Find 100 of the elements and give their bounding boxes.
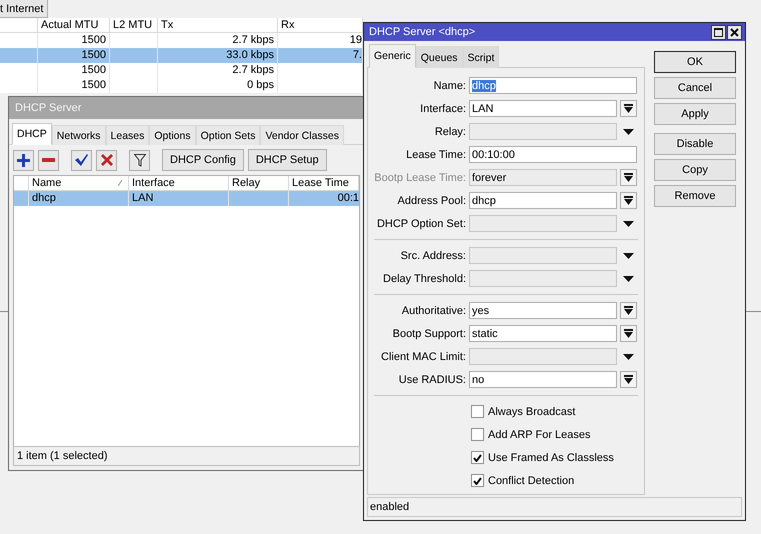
dropdown-button[interactable] [620, 100, 637, 117]
toolbar-button[interactable]: DHCP Setup [248, 149, 327, 171]
checkmark-icon [75, 154, 88, 166]
dropdown-arrow-icon[interactable] [623, 276, 634, 282]
dialog-button[interactable]: OK [654, 51, 736, 73]
checkbox[interactable] [471, 451, 484, 464]
maximize-icon [714, 28, 723, 36]
dropdown-button[interactable] [620, 302, 637, 319]
filter-button[interactable] [129, 150, 150, 170]
filter-icon [134, 154, 146, 166]
checkbox-label: Conflict Detection [488, 474, 574, 486]
toolbar-button[interactable]: t Internet [0, 0, 48, 18]
field-label: Bootp Lease Time: [373, 172, 466, 184]
dropdown-arrow-icon[interactable] [623, 354, 634, 360]
dropdown-arrow-icon [624, 196, 633, 205]
window-title: DHCP Server <dhcp> [369, 26, 476, 38]
dialog-button[interactable]: Disable [654, 133, 736, 155]
cross-icon [100, 154, 112, 166]
remove-button[interactable] [38, 150, 59, 170]
select-field[interactable]: no [469, 371, 617, 388]
dropdown-arrow-icon [624, 173, 633, 182]
table-cell: 33.0 kbps [158, 48, 278, 63]
checkbox-label: Always Broadcast [488, 406, 576, 418]
tab[interactable]: Option Sets [196, 125, 260, 145]
checkmark-icon [473, 454, 482, 462]
status-bar: 1 item (1 selected) [13, 446, 360, 466]
field-label: Bootp Support: [392, 328, 466, 340]
dropdown-arrow-icon[interactable] [623, 128, 634, 134]
checkbox[interactable] [471, 428, 484, 441]
field-label: Delay Threshold: [382, 272, 466, 284]
table-cell: 00:1 [289, 191, 359, 206]
column-header[interactable]: L2 MTU [110, 18, 158, 33]
tab[interactable]: Vendor Classes [260, 125, 344, 145]
checkbox-label: Add ARP For Leases [488, 428, 591, 440]
toolbar-button[interactable]: DHCP Config [162, 149, 244, 171]
tab[interactable]: Networks [52, 125, 106, 145]
tab[interactable]: Options [149, 125, 196, 145]
combo-field[interactable] [469, 123, 617, 140]
tab[interactable]: Leases [106, 125, 150, 145]
column-header[interactable]: Name [29, 176, 129, 191]
combo-field[interactable] [469, 247, 617, 264]
select-field[interactable]: dhcp [469, 192, 617, 209]
sort-icon [118, 180, 122, 186]
table-cell [110, 48, 158, 63]
close-icon [730, 28, 739, 36]
field-label: Lease Time: [405, 148, 466, 160]
combo-field[interactable] [469, 348, 617, 365]
plus-icon [17, 154, 30, 166]
combo-field[interactable] [469, 270, 617, 287]
column-header[interactable]: Rx [278, 18, 363, 33]
dialog-button[interactable]: Remove [654, 185, 736, 207]
disable-button[interactable] [96, 150, 117, 170]
dropdown-button[interactable] [620, 371, 637, 388]
field-label: Src. Address: [400, 250, 466, 262]
table-cell: dhcp [29, 191, 129, 206]
field-label: Client MAC Limit: [380, 350, 466, 362]
checkbox[interactable] [471, 405, 484, 418]
window-title: DHCP Server [9, 97, 364, 119]
dialog-button[interactable]: Copy [654, 159, 736, 181]
tab[interactable]: Script [462, 46, 500, 68]
table-cell: LAN [129, 191, 229, 206]
enable-button[interactable] [71, 150, 92, 170]
column-header[interactable]: Relay [229, 176, 289, 191]
dialog-button[interactable]: Cancel [654, 77, 736, 99]
checkbox[interactable] [471, 474, 484, 487]
status-bar: enabled [367, 497, 742, 517]
combo-field[interactable] [469, 215, 617, 232]
dropdown-button[interactable] [620, 192, 637, 209]
dropdown-button[interactable] [620, 169, 637, 186]
maximize-button[interactable] [711, 24, 726, 40]
dropdown-arrow-icon [624, 329, 633, 338]
column-header[interactable]: Lease Time [289, 176, 359, 191]
field-label: DHCP Option Set: [376, 218, 466, 230]
field-label: Relay: [434, 126, 466, 138]
tab[interactable]: DHCP [12, 123, 52, 145]
dropdown-arrow-icon[interactable] [623, 220, 634, 226]
select-field[interactable]: yes [469, 302, 617, 319]
field-label: Use RADIUS: [398, 374, 466, 386]
column-header[interactable]: Tx [158, 18, 278, 33]
field-label: Name: [432, 80, 466, 92]
column-header[interactable]: Actual MTU [38, 18, 110, 33]
select-field[interactable]: LAN [469, 100, 617, 117]
tab[interactable]: Queues [416, 46, 463, 68]
close-button[interactable] [727, 24, 742, 40]
select-field[interactable]: static [469, 325, 617, 342]
column-header[interactable]: Interface [129, 176, 229, 191]
field-label: Authoritative: [400, 304, 466, 316]
dialog-button[interactable]: Apply [654, 103, 736, 125]
text-field[interactable]: dhcp [469, 77, 637, 94]
dropdown-arrow-icon[interactable] [623, 252, 634, 258]
minus-icon [42, 158, 55, 162]
table-cell: 7. [278, 48, 363, 63]
field-label: Interface: [419, 102, 466, 114]
tab[interactable]: Generic [369, 44, 416, 68]
dropdown-arrow-icon [624, 375, 633, 384]
table-cell [229, 191, 289, 206]
dropdown-button[interactable] [620, 325, 637, 342]
checkbox-label: Use Framed As Classless [488, 452, 614, 464]
text-field[interactable]: 00:10:00 [469, 146, 637, 163]
add-button[interactable] [13, 150, 34, 170]
